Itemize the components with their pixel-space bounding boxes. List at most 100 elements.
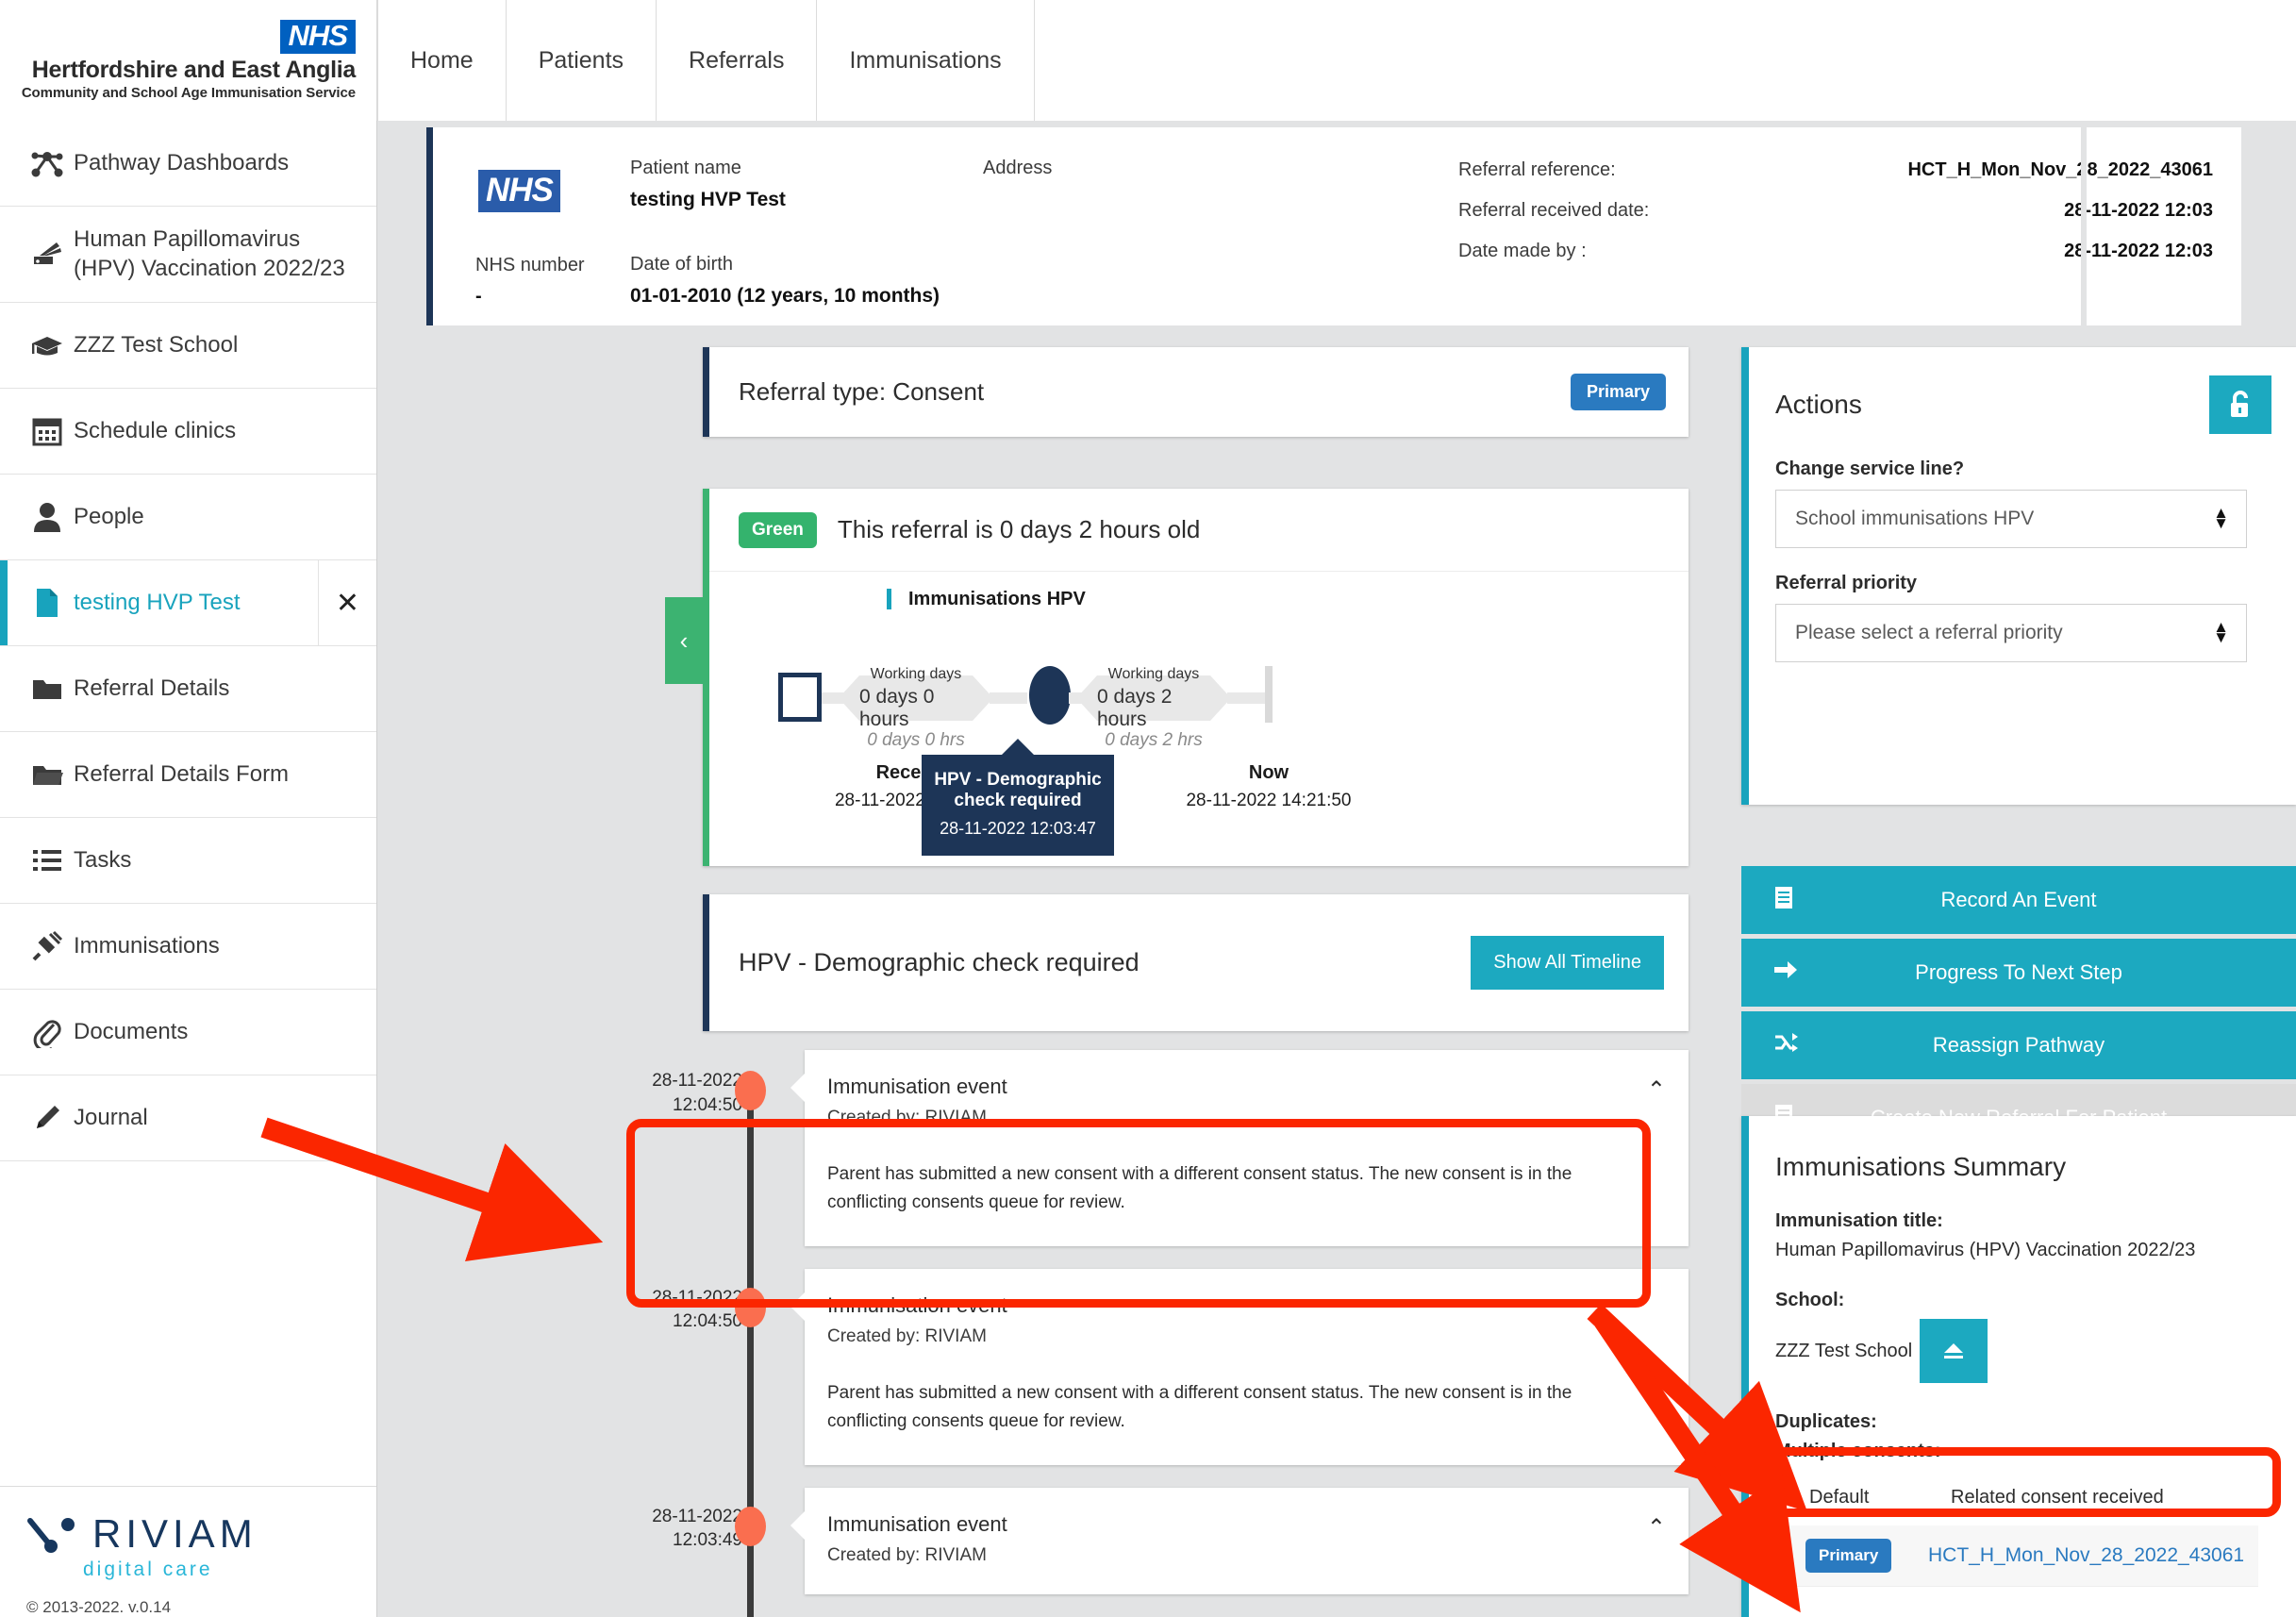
brand-logo: NHS Hertfordshire and East Anglia Commun… — [0, 0, 377, 121]
event-date: 28-11-2022 — [652, 1506, 742, 1526]
patient-header-card: NHS NHS number - Patient name testing HV… — [426, 127, 2241, 325]
sidebar-item-label: Referral Details — [74, 675, 230, 701]
service-line-select[interactable]: School immunisations HPV ▲ ▼ — [1775, 490, 2247, 548]
nhs-logo: NHS — [279, 20, 356, 54]
person-icon — [21, 502, 74, 532]
consent-reference-link[interactable]: HCT_H_Mon_Nov_28_2022_43061 — [1928, 1544, 2244, 1567]
syringe-icon — [21, 930, 74, 962]
sidebar-item-label: Tasks — [74, 846, 132, 873]
sidebar-item-tasks[interactable]: Tasks — [0, 818, 376, 904]
top-bar: NHS Hertfordshire and East Anglia Commun… — [0, 0, 2296, 121]
unlock-icon[interactable] — [2209, 375, 2271, 434]
sidebar-item-zzz-test-school[interactable]: ZZZ Test School — [0, 303, 376, 389]
sidebar-item-testing-hvp-test[interactable]: testing HVP Test ✕ — [0, 560, 376, 646]
referral-priority-select[interactable]: Please select a referral priority ▲ ▼ — [1775, 604, 2247, 662]
stamp-current-step: HPV - Demographic check required 28-11-2… — [922, 739, 1114, 856]
tab-referrals[interactable]: Referrals — [657, 0, 818, 121]
button-label: Progress To Next Step — [1915, 960, 2122, 984]
tab-home[interactable]: Home — [377, 0, 507, 121]
riviam-mark-icon — [27, 1518, 75, 1553]
sidebar-item-referral-details-form[interactable]: Referral Details Form — [0, 732, 376, 818]
tab-immunisations[interactable]: Immunisations — [817, 0, 1035, 121]
timeline-dot — [735, 1071, 766, 1110]
pathway-start-node — [778, 673, 822, 722]
record-an-event-button[interactable]: Record An Event — [1741, 866, 2296, 934]
main-navigation: Home Patients Referrals Immunisations — [377, 0, 1035, 121]
brand-line-1: Hertfordshire and East Anglia — [31, 56, 357, 83]
event-body: Parent has submitted a new consent with … — [827, 1382, 1572, 1432]
folder-open-icon — [21, 761, 74, 788]
duplicate-row-duplicate[interactable]: Duplicate HCT_H_Mon_Nov_28_2022_43062 — [1787, 1604, 2258, 1617]
sidebar-item-hpv-vaccination[interactable]: Human Papillomavirus (HPV) Vaccination 2… — [0, 207, 376, 303]
referral-received-label: Referral received date: — [1458, 200, 1650, 221]
referral-type-card: Referral type: Consent Primary — [703, 347, 1689, 437]
sidebar-item-immunisations[interactable]: Immunisations — [0, 904, 376, 990]
actions-card: Actions Change service line? School immu… — [1741, 347, 2296, 805]
nhs-number-value: - — [475, 286, 482, 307]
collapse-panel-button[interactable]: ‹ — [665, 597, 703, 684]
pathway-stamps: Received 28-11-2022 12:03:00 HPV - Demog… — [703, 739, 1689, 866]
segment-value: 0 days 2 hours — [1097, 685, 1173, 730]
copyright-text: © 2013-2022. v.0.14 — [26, 1598, 172, 1616]
sidebar-item-label: Immunisations — [74, 932, 220, 959]
timeline-event-row: 28-11-2022 12:03:49 Immunisation event C… — [652, 1487, 1689, 1594]
button-label: Reassign Pathway — [1932, 1033, 2105, 1057]
list-icon — [21, 848, 74, 873]
stamp-title: HPV - Demographic check required — [934, 770, 1102, 810]
service-line-value: School immunisations HPV — [1795, 508, 2035, 529]
sidebar-item-label: Journal — [74, 1104, 148, 1130]
sidebar-item-people[interactable]: People — [0, 475, 376, 560]
calendar-icon — [21, 416, 74, 446]
pill-wrap: Primary — [1805, 1539, 1928, 1573]
tab-patients[interactable]: Patients — [506, 0, 657, 121]
status-badge[interactable]: Primary — [1570, 374, 1666, 410]
stamp-time: 28-11-2022 12:03:47 — [940, 819, 1096, 838]
current-step-title: HPV - Demographic check required — [739, 948, 1140, 976]
referral-priority-value: Please select a referral priority — [1795, 622, 2063, 643]
event-created-by: Created by: RIVIAM — [827, 1544, 987, 1565]
actions-header: Actions — [1741, 347, 2296, 434]
sidebar-item-referral-details[interactable]: Referral Details — [0, 646, 376, 732]
summary-title: Immunisations Summary — [1775, 1152, 2067, 1181]
eject-icon[interactable] — [1920, 1319, 1988, 1383]
sidebar-item-journal[interactable]: Journal — [0, 1075, 376, 1161]
event-time: 12:04:50 — [673, 1311, 742, 1332]
sidebar-item-schedule-clinics[interactable]: Schedule clinics — [0, 389, 376, 475]
paperclip-icon — [21, 1016, 74, 1048]
rag-badge: Green — [739, 511, 817, 548]
reassign-pathway-button[interactable]: Reassign Pathway — [1741, 1011, 2296, 1079]
event-created-by: Created by: RIVIAM — [827, 1325, 987, 1346]
pathway-segment-2: Working days 0 days 2 hours — [1076, 666, 1231, 730]
patient-name-value: testing HVP Test — [630, 189, 786, 210]
sidebar-item-label: Human Papillomavirus (HPV) Vaccination 2… — [74, 225, 345, 281]
sidebar-item-label: testing HVP Test — [74, 589, 241, 615]
nhs-number-label: NHS number — [475, 255, 585, 275]
folder-icon — [21, 675, 74, 702]
sidebar-item-documents[interactable]: Documents — [0, 990, 376, 1075]
event-datetime: 28-11-2022 12:03:49 — [648, 1505, 742, 1553]
pathway-label: Immunisations HPV — [887, 589, 1086, 609]
collapse-caret-icon[interactable]: ⌃ — [1647, 1076, 1666, 1104]
shuffle-icon — [1773, 1032, 1798, 1059]
event-title: Immunisation event — [827, 1075, 1007, 1098]
referral-reference-label: Referral reference: — [1458, 159, 1616, 180]
event-card[interactable]: Immunisation event Created by: RIVIAM ⌃ — [790, 1487, 1689, 1594]
progress-to-next-step-button[interactable]: Progress To Next Step — [1741, 939, 2296, 1007]
sidebar-item-pathway-dashboards[interactable]: Pathway Dashboards — [0, 121, 376, 207]
service-line-label: Change service line? — [1775, 458, 1965, 479]
sidebar-item-label: ZZZ Test School — [74, 331, 239, 358]
duplicates-label: Duplicates: — [1775, 1411, 1877, 1432]
file-icon — [21, 588, 74, 618]
show-all-timeline-button[interactable]: Show All Timeline — [1471, 936, 1664, 990]
brand-line-2: Community and School Age Immunisation Se… — [21, 84, 356, 101]
patient-name-label: Patient name — [630, 158, 741, 178]
stamp-time: 28-11-2022 14:21:50 — [1186, 791, 1352, 810]
collapse-caret-icon[interactable]: ⌃ — [1647, 1514, 1666, 1542]
pathway-current-node — [1029, 666, 1071, 725]
dob-block: Date of birth 01-01-2010 (12 years, 10 m… — [630, 254, 940, 308]
close-icon[interactable]: ✕ — [318, 560, 376, 645]
duplicate-row-primary[interactable]: Primary HCT_H_Mon_Nov_28_2022_43061 — [1787, 1525, 2258, 1587]
immunisation-title-value: Human Papillomavirus (HPV) Vaccination 2… — [1775, 1240, 2196, 1260]
network-icon — [21, 148, 74, 178]
vaccine-fan-icon — [21, 240, 74, 270]
